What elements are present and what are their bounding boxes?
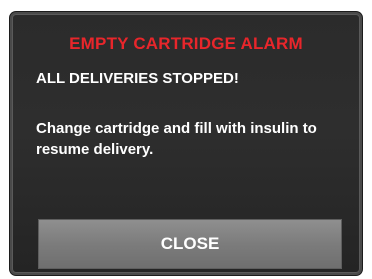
close-button[interactable]: CLOSE	[38, 219, 342, 269]
alarm-title: EMPTY CARTRIDGE ALARM	[69, 34, 303, 53]
alarm-dialog: EMPTY CARTRIDGE ALARM ALL DELIVERIES STO…	[12, 14, 360, 273]
alarm-subtitle: ALL DELIVERIES STOPPED!	[36, 70, 239, 87]
alarm-message: Change cartridge and fill with insulin t…	[36, 120, 317, 158]
device-frame: EMPTY CARTRIDGE ALARM ALL DELIVERIES STO…	[0, 0, 372, 279]
